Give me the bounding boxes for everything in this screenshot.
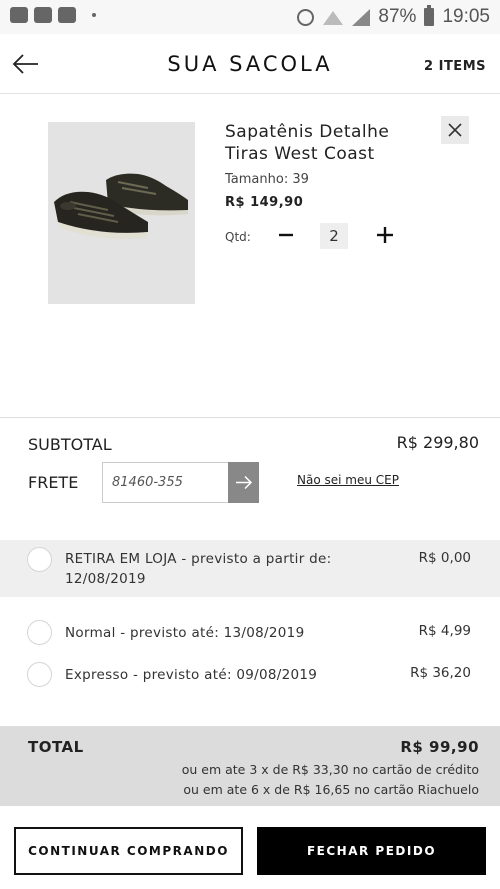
continue-shopping-button[interactable]: CONTINUAR COMPRANDO [14, 827, 243, 875]
product-price: R$ 149,90 [225, 195, 304, 210]
system-indicators: 87% 19:05 [297, 5, 490, 28]
frete-label: FRETE [28, 473, 79, 492]
shipping-option-store-pickup[interactable]: RETIRA EM LOJA - previsto a partir de: 1… [0, 540, 500, 597]
shipping-option-label: Expresso - previsto até: 09/08/2019 [65, 667, 318, 683]
product-image[interactable] [48, 122, 195, 304]
battery-icon [424, 5, 435, 26]
installments-store-card: ou em ate 6 x de R$ 16,65 no cartão Riac… [183, 782, 479, 797]
unknown-cep-link[interactable]: Não sei meu CEP [297, 473, 399, 487]
total-value: R$ 99,90 [400, 738, 479, 756]
signal-icon [352, 8, 371, 26]
shipping-option-price: R$ 0,00 [418, 550, 471, 566]
app-notification-icon [58, 7, 76, 23]
cart-item: Sapatênis Detalhe Tiras West Coast Taman… [0, 95, 500, 417]
header: SUA SACOLA 2 ITEMS [0, 34, 500, 94]
cep-input[interactable] [102, 462, 229, 503]
shipping-option-label: RETIRA EM LOJA - previsto a partir de: 1… [65, 551, 332, 587]
quantity-label: Qtd: [225, 230, 251, 244]
installments-credit: ou em ate 3 x de R$ 33,30 no cartão de c… [181, 762, 479, 777]
app-notification-icon [10, 7, 28, 23]
shipping-radio[interactable] [27, 620, 52, 645]
total-section: TOTAL R$ 99,90 ou em ate 3 x de R$ 33,30… [0, 726, 500, 806]
product-size: Tamanho: 39 [225, 172, 309, 187]
quantity-value[interactable]: 2 [320, 223, 348, 249]
cep-submit-button[interactable] [228, 462, 259, 503]
arrow-right-icon [236, 475, 253, 490]
decrease-quantity-icon[interactable] [275, 223, 297, 247]
alarm-icon [297, 8, 315, 26]
shipping-option-price: R$ 36,20 [410, 665, 471, 681]
subtotal-value: R$ 299,80 [396, 433, 479, 452]
shipping-option-express[interactable]: Expresso - previsto até: 09/08/2019 R$ 3… [0, 657, 500, 691]
shipping-option-label: Normal - previsto até: 13/08/2019 [65, 625, 305, 641]
status-bar: 87% 19:05 [0, 0, 500, 34]
checkout-button[interactable]: FECHAR PEDIDO [257, 827, 486, 875]
subtotal-label: SUBTOTAL [28, 435, 112, 454]
close-icon [448, 123, 462, 137]
total-label: TOTAL [28, 738, 84, 756]
more-notifications-icon [92, 13, 96, 17]
notification-icons [10, 7, 96, 23]
battery-percent: 87% [378, 6, 417, 27]
product-name[interactable]: Sapatênis Detalhe Tiras West Coast [225, 121, 435, 165]
clock: 19:05 [442, 6, 490, 27]
items-count: 2 ITEMS [424, 59, 486, 74]
divider [0, 417, 500, 418]
shipping-option-normal[interactable]: Normal - previsto até: 13/08/2019 R$ 4,9… [0, 617, 500, 651]
shipping-option-price: R$ 4,99 [418, 623, 471, 639]
wifi-icon [322, 9, 344, 25]
shipping-radio[interactable] [27, 662, 52, 687]
app-notification-icon [34, 7, 52, 23]
sneakers-illustration [54, 173, 188, 239]
shipping-radio[interactable] [27, 547, 52, 572]
increase-quantity-icon[interactable] [373, 223, 397, 247]
remove-item-button[interactable] [441, 116, 469, 144]
